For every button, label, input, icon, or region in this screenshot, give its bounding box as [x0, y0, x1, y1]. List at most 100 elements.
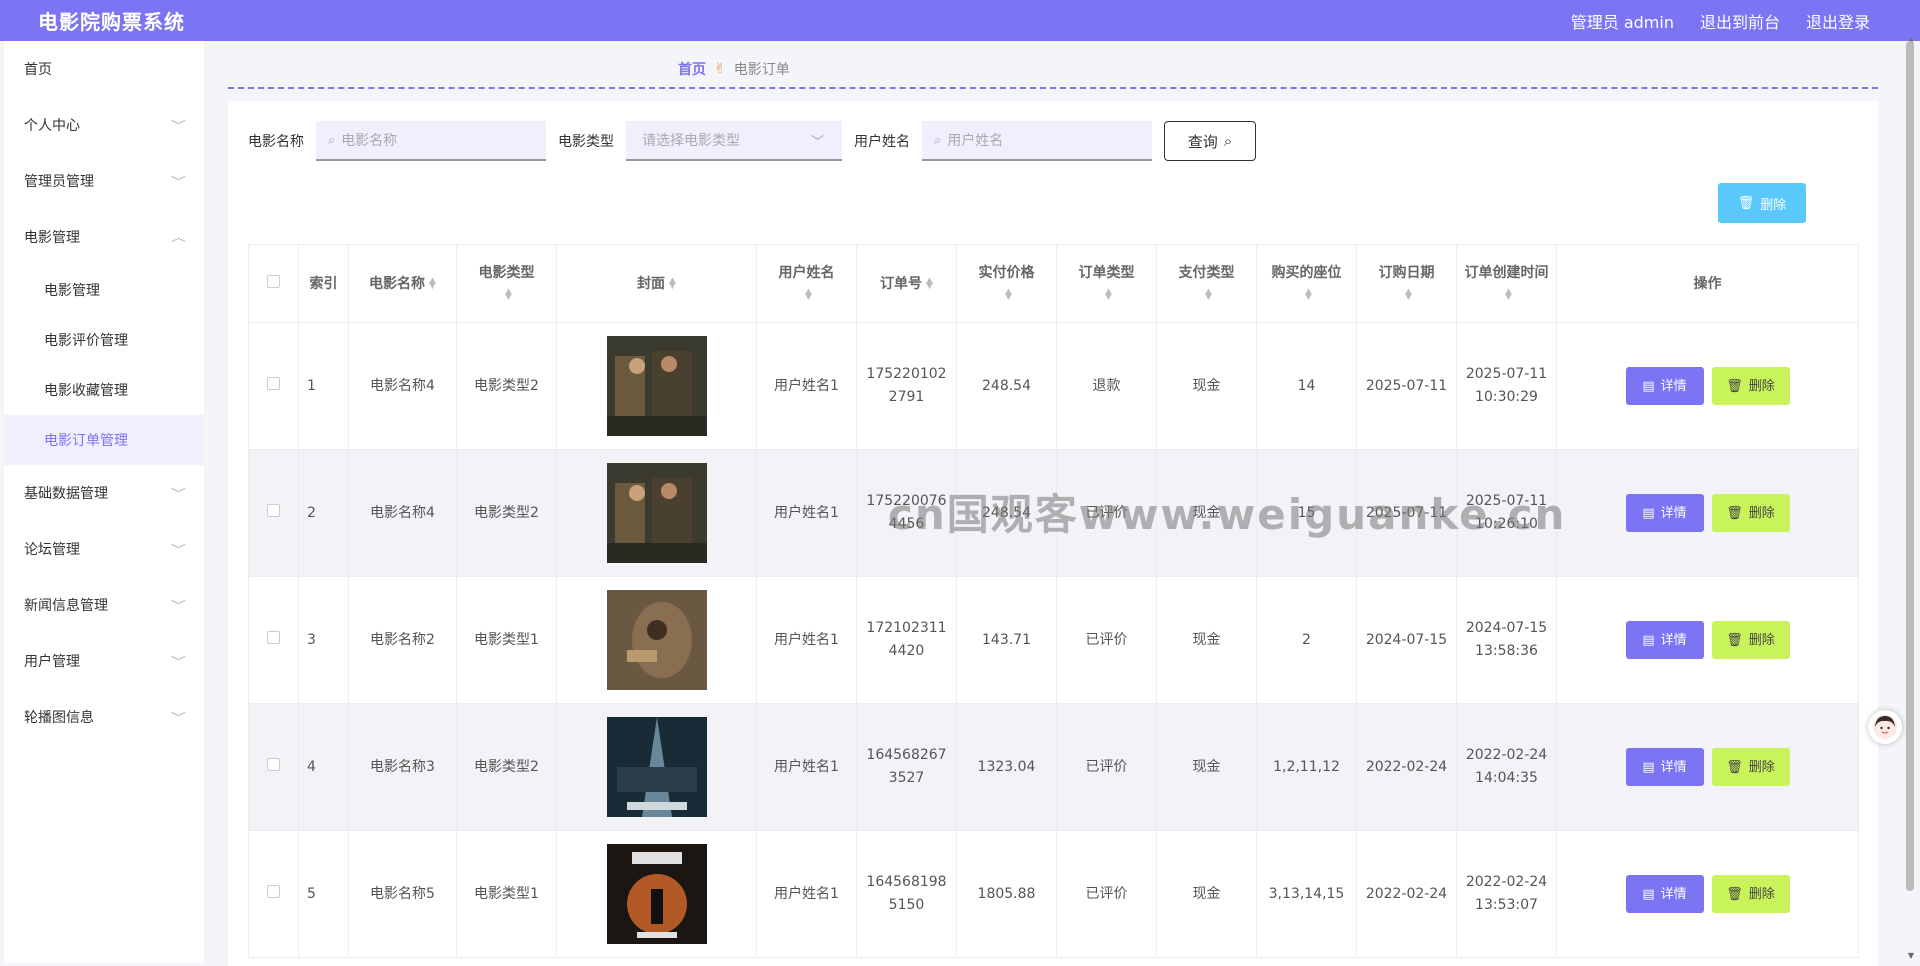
column-header[interactable]: 订单创建时间 ▲ ▼: [1456, 244, 1557, 323]
detail-button-label: 详情: [1660, 378, 1687, 394]
cell-pay-type: 现金: [1156, 576, 1257, 704]
select-all-checkbox[interactable]: [267, 274, 280, 288]
row-checkbox[interactable]: [267, 884, 280, 898]
order-no-part: 175220102: [866, 366, 947, 382]
header-index: 索引: [309, 275, 338, 292]
sidebar-item-forum[interactable]: 论坛管理 ﹀: [4, 521, 204, 577]
column-header[interactable]: 实付价格 ▲ ▼: [956, 244, 1057, 323]
cell-order-type: 已评价: [1056, 703, 1157, 831]
movie-type-select[interactable]: 请选择电影类型 ﹀: [626, 121, 842, 161]
query-button[interactable]: 查询 ⌕: [1164, 121, 1256, 161]
delete-button[interactable]: 🗑 删除: [1711, 875, 1790, 913]
sort-icon[interactable]: ▲ ▼: [429, 276, 436, 290]
sort-icon[interactable]: ▲ ▼: [505, 287, 512, 301]
search-icon: ⌕: [1223, 132, 1233, 150]
column-header[interactable]: 支付类型 ▲ ▼: [1156, 244, 1257, 323]
column-header[interactable]: 电影类型 ▲ ▼: [456, 244, 557, 323]
user-name-input[interactable]: ⌕ 用户姓名: [922, 121, 1152, 161]
movie-type-placeholder: 请选择电影类型: [642, 133, 740, 149]
sort-icon[interactable]: ▲ ▼: [1205, 287, 1212, 301]
sidebar-item-profile[interactable]: 个人中心 ﹀: [4, 97, 204, 153]
row-checkbox[interactable]: [267, 757, 280, 771]
sort-icon[interactable]: ▲ ▼: [805, 287, 812, 301]
top-bar: 电影院购票系统 管理员 admin 退出到前台 退出登录: [0, 0, 1920, 41]
column-header[interactable]: 订单号 ▲ ▼: [856, 244, 957, 323]
row-checkbox[interactable]: [267, 376, 280, 390]
detail-button[interactable]: ▤ 详情: [1625, 367, 1704, 405]
sidebar-item-carousel[interactable]: 轮播图信息 ﹀: [4, 689, 204, 745]
column-header[interactable]: 用户姓名 ▲ ▼: [756, 244, 857, 323]
header-pay-type: 支付类型: [1178, 264, 1235, 281]
delete-button[interactable]: 🗑 删除: [1711, 367, 1790, 405]
header-cover: 封面: [637, 275, 666, 292]
sidebar-item-home[interactable]: 首页: [4, 41, 204, 97]
cell-cover: [556, 449, 757, 577]
sidebar-item-label: 个人中心: [24, 118, 80, 134]
cell-actions: ▤ 详情 🗑 删除: [1556, 576, 1859, 704]
created-date: 2024-07-15: [1465, 620, 1548, 636]
sort-icon[interactable]: ▲ ▼: [1405, 287, 1412, 301]
sort-icon[interactable]: ▲ ▼: [1305, 287, 1312, 301]
sort-icon[interactable]: ▲ ▼: [669, 276, 676, 290]
delete-button[interactable]: 🗑 删除: [1711, 494, 1790, 532]
scrollbar[interactable]: [1906, 41, 1914, 891]
column-header[interactable]: 订购日期 ▲ ▼: [1356, 244, 1457, 323]
table-header-row: 索引 电影名称 ▲ ▼ 电影类型 ▲ ▼ 封面 ▲ ▼ 用户姓名 ▲ ▼ 订单号 ▲ ▼ 实付价格 ▲…: [248, 244, 1859, 323]
sort-icon[interactable]: ▲ ▼: [926, 276, 933, 290]
admin-label[interactable]: 管理员 admin: [1571, 9, 1674, 33]
breadcrumb-current: 电影订单: [733, 62, 790, 78]
exit-to-front-link[interactable]: 退出到前台: [1700, 9, 1780, 33]
column-header[interactable]: 订单类型 ▲ ▼: [1056, 244, 1157, 323]
sidebar-subitem-reviews[interactable]: 电影评价管理: [4, 315, 204, 365]
detail-button[interactable]: ▤ 详情: [1625, 875, 1704, 913]
delete-button[interactable]: 🗑 删除: [1711, 748, 1790, 786]
bulk-delete-button[interactable]: 🗑 删除: [1718, 183, 1806, 223]
row-checkbox[interactable]: [267, 630, 280, 644]
cell-cover: [556, 830, 757, 958]
header-user: 用户姓名: [778, 264, 835, 281]
column-header[interactable]: 购买的座位 ▲ ▼: [1256, 244, 1357, 323]
sidebar-subitem-movies[interactable]: 电影管理: [4, 265, 204, 315]
assistant-avatar-icon[interactable]: [1868, 710, 1902, 744]
trash-icon: 🗑: [1726, 632, 1743, 648]
logout-link[interactable]: 退出登录: [1806, 9, 1870, 33]
table-row: 1 电影名称4 电影类型2 用户姓名1 175220102 2791 248.54 退款 现金 1…: [248, 322, 1859, 450]
detail-button[interactable]: ▤ 详情: [1625, 494, 1704, 532]
chevron-down-icon: ﹀: [170, 119, 187, 132]
sort-icon[interactable]: ▲ ▼: [1005, 287, 1012, 301]
cell-index: 5: [298, 830, 349, 958]
created-time: 14:04:35: [1475, 770, 1538, 786]
sidebar-item-basic-data[interactable]: 基础数据管理 ﹀: [4, 465, 204, 521]
row-checkbox[interactable]: [267, 503, 280, 517]
sort-icon[interactable]: ▲ ▼: [1105, 287, 1112, 301]
cell-seats: 1,2,11,12: [1256, 703, 1357, 831]
sidebar-item-movies[interactable]: 电影管理 ︿: [4, 209, 204, 265]
cell-actions: ▤ 详情 🗑 删除: [1556, 703, 1859, 831]
sidebar-subitem-favorites[interactable]: 电影收藏管理: [4, 365, 204, 415]
cell-created: 2024-07-15 13:58:36: [1456, 576, 1557, 704]
cell-index: 2: [298, 449, 349, 577]
movie-name-input[interactable]: ⌕ 电影名称: [316, 121, 546, 161]
row-select-cell: [248, 449, 299, 577]
cell-order-type: 已评价: [1056, 449, 1157, 577]
sidebar-subitem-orders[interactable]: 电影订单管理: [4, 415, 204, 465]
divider: [228, 87, 1878, 89]
detail-button[interactable]: ▤ 详情: [1625, 621, 1704, 659]
detail-button[interactable]: ▤ 详情: [1625, 748, 1704, 786]
sidebar-item-users[interactable]: 用户管理 ﹀: [4, 633, 204, 689]
breadcrumb-home[interactable]: 首页: [678, 59, 706, 79]
column-header[interactable]: 封面 ▲ ▼: [556, 244, 757, 323]
header-order-no: 订单号: [880, 275, 923, 292]
cell-date: 2025-07-11: [1356, 449, 1457, 577]
cell-pay-type: 现金: [1156, 322, 1257, 450]
column-header[interactable]: 电影名称 ▲ ▼: [348, 244, 457, 323]
sidebar-subitem-label: 电影评价管理: [44, 333, 128, 349]
delete-button[interactable]: 🗑 删除: [1711, 621, 1790, 659]
row-select-cell: [248, 703, 299, 831]
scroll-down-icon[interactable]: ▼: [1908, 951, 1914, 960]
sidebar-item-admins[interactable]: 管理员管理 ﹀: [4, 153, 204, 209]
sort-icon[interactable]: ▲ ▼: [1505, 287, 1512, 301]
column-header: 操作: [1556, 244, 1859, 323]
cell-movie: 电影名称4: [348, 449, 457, 577]
sidebar-item-news[interactable]: 新闻信息管理 ﹀: [4, 577, 204, 633]
